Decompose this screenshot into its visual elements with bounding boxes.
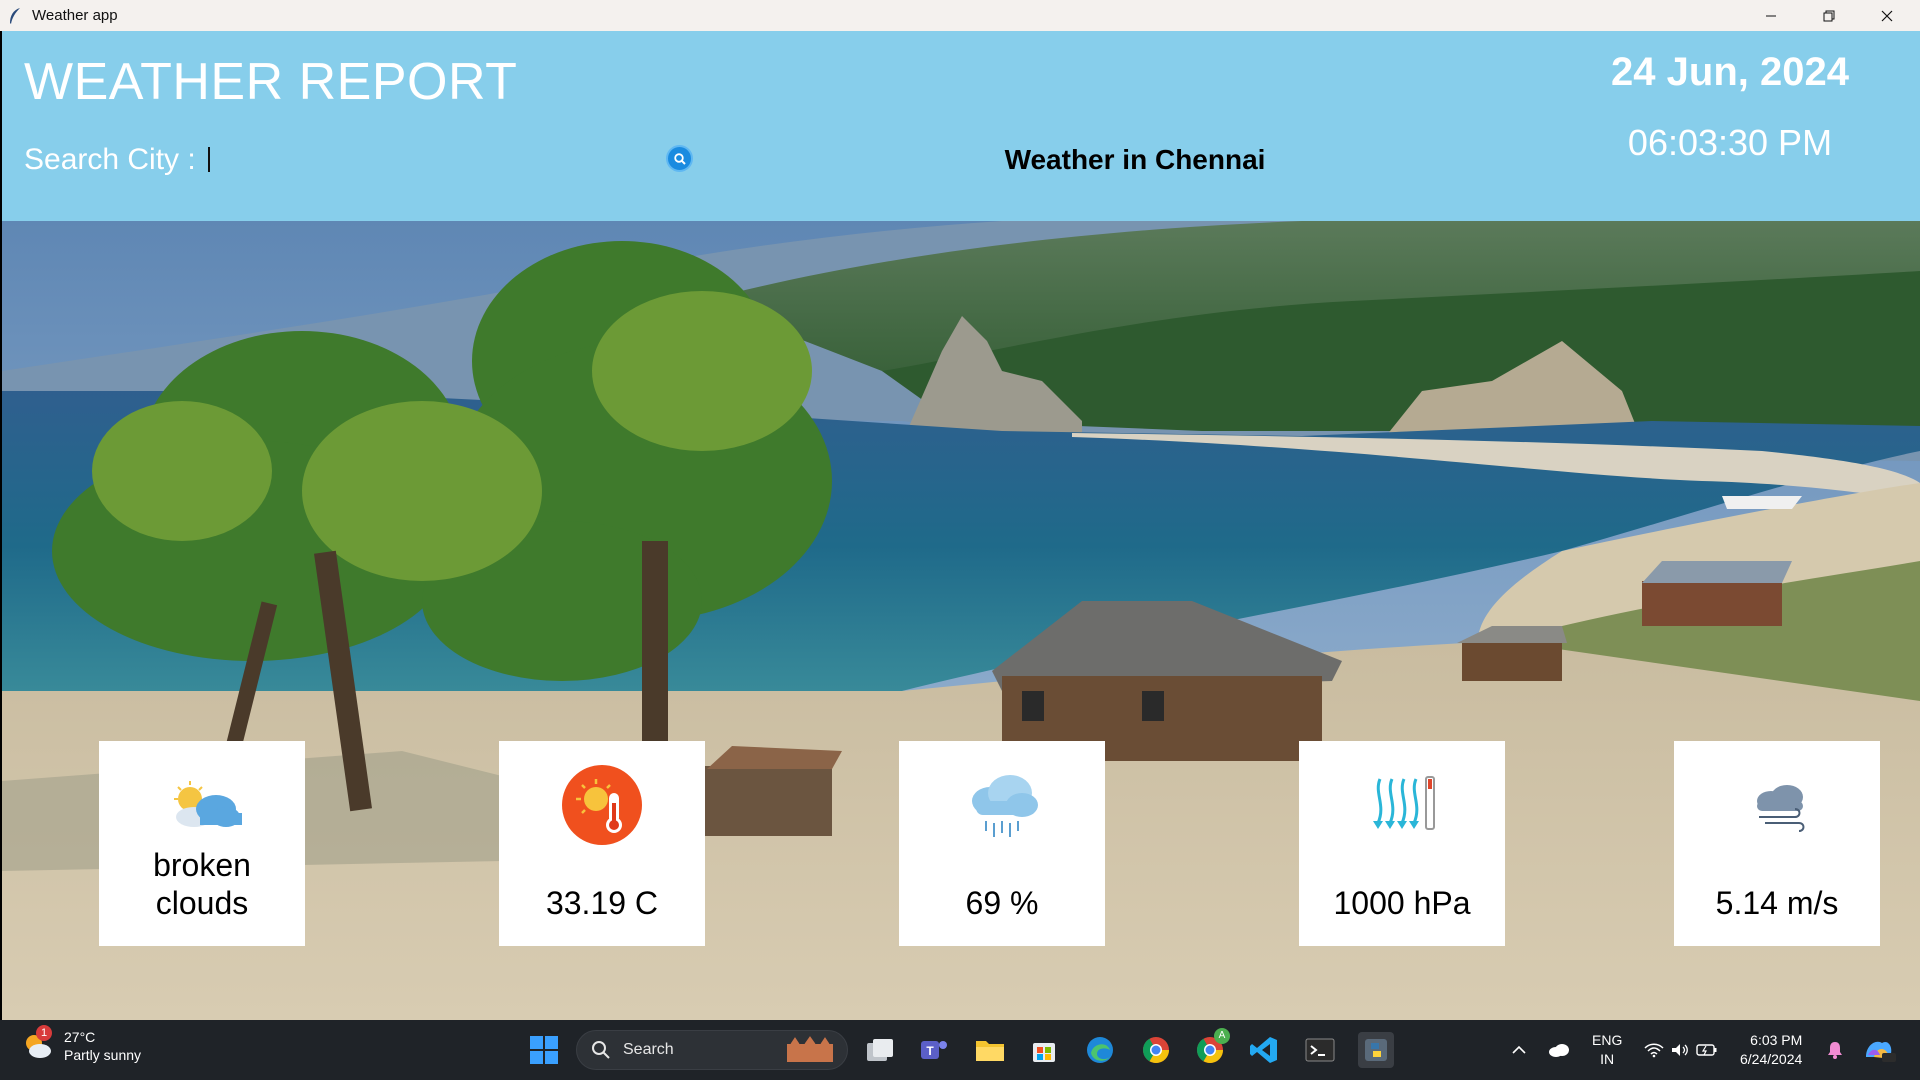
system-status-tray[interactable] — [1644, 1020, 1718, 1080]
search-highlight-icon — [787, 1036, 833, 1062]
pressure-value: 1000 hPa — [1333, 885, 1471, 921]
humidity-card: 69 % — [899, 741, 1105, 946]
taskbar: 1 27°C Partly sunny Search T A ENG IN 6:… — [0, 1020, 1920, 1080]
vscode-icon — [1250, 1037, 1277, 1063]
weather-location-label: Weather in Chennai — [1004, 144, 1266, 175]
window-title: Weather app — [32, 7, 118, 24]
condition-card: broken clouds — [99, 741, 305, 946]
taskbar-chrome-profile[interactable]: A — [1192, 1028, 1230, 1068]
search-button[interactable] — [666, 145, 693, 172]
teams-icon: T — [921, 1041, 947, 1059]
wind-value: 5.14 m/s — [1715, 885, 1839, 921]
condition-value-line1: broken — [153, 847, 251, 883]
current-time: 06:03:30 PM — [1627, 122, 1833, 163]
broken-clouds-icon — [174, 781, 242, 827]
page-title: WEATHER REPORT — [24, 53, 518, 111]
search-city-input[interactable] — [206, 144, 646, 176]
taskbar-weather-temp: 27°C — [64, 1029, 96, 1045]
python-app-icon — [1365, 1039, 1387, 1061]
restore-icon — [1823, 10, 1835, 21]
temperature-value: 33.19 C — [545, 885, 659, 921]
taskbar-clock[interactable]: 6:03 PM 6/24/2024 — [1740, 1020, 1802, 1080]
taskbar-search-label: Search — [623, 1041, 674, 1058]
partly-sunny-icon: 1 — [20, 1025, 54, 1063]
onedrive-tray[interactable] — [1548, 1020, 1570, 1080]
window-title-bar: Weather app — [0, 0, 1920, 31]
taskbar-store[interactable] — [1026, 1032, 1062, 1068]
taskbar-python-app[interactable] — [1358, 1032, 1394, 1068]
search-icon — [673, 152, 686, 165]
store-icon — [1033, 1043, 1055, 1062]
taskbar-weather-desc: Partly sunny — [64, 1047, 142, 1063]
volume-icon — [1672, 1044, 1688, 1056]
minimize-icon — [1766, 15, 1776, 16]
taskbar-chrome[interactable] — [1138, 1032, 1174, 1068]
taskbar-weather-widget[interactable]: 1 27°C Partly sunny — [20, 1025, 142, 1064]
maximize-button[interactable] — [1800, 0, 1858, 31]
battery-icon — [1696, 1044, 1717, 1056]
language-code: ENG — [1592, 1032, 1623, 1048]
wind-icon — [1757, 785, 1805, 832]
taskbar-teams[interactable]: T — [916, 1032, 952, 1068]
clock-time: 6:03 PM — [1750, 1032, 1803, 1048]
terminal-icon — [1305, 1038, 1335, 1062]
rain-cloud-icon — [972, 775, 1038, 837]
condition-value-line2: clouds — [155, 885, 249, 921]
current-date: 24 Jun, 2024 — [1611, 50, 1849, 94]
close-button[interactable] — [1858, 0, 1916, 31]
feather-icon — [10, 7, 20, 24]
copilot-button[interactable] — [1862, 1020, 1896, 1080]
copilot-icon — [1866, 1041, 1896, 1062]
language-indicator[interactable]: ENG IN — [1592, 1020, 1622, 1080]
profile-badge: A — [1214, 1028, 1230, 1044]
edge-icon — [1087, 1037, 1113, 1063]
close-icon — [1881, 10, 1893, 21]
taskbar-terminal[interactable] — [1302, 1032, 1338, 1068]
text-caret — [208, 147, 210, 172]
condition-value: broken clouds — [99, 846, 305, 922]
wind-card: 5.14 m/s — [1674, 741, 1880, 946]
minimize-button[interactable] — [1742, 0, 1800, 31]
humidity-value: 69 % — [965, 885, 1039, 921]
taskbar-search-box[interactable]: Search — [576, 1030, 848, 1070]
svg-text:T: T — [926, 1044, 934, 1058]
search-icon — [592, 1041, 610, 1059]
notifications-button[interactable] — [1826, 1020, 1844, 1080]
search-city-label: Search City : — [24, 143, 196, 176]
region-code: IN — [1600, 1051, 1615, 1067]
chevron-up-icon — [1512, 1045, 1526, 1054]
taskbar-task-view[interactable] — [862, 1032, 898, 1068]
start-button[interactable] — [526, 1032, 562, 1068]
windows-start-icon — [530, 1036, 558, 1064]
notification-badge: 1 — [36, 1025, 52, 1041]
taskbar-vscode[interactable] — [1246, 1032, 1282, 1068]
pressure-card: 1000 hPa — [1299, 741, 1505, 946]
taskbar-edge[interactable] — [1082, 1032, 1118, 1068]
wifi-icon — [1644, 1043, 1664, 1058]
cloud-icon — [1549, 1044, 1569, 1057]
pressure-icon — [1373, 776, 1435, 830]
temperature-card: 33.19 C — [499, 741, 705, 946]
chrome-icon — [1142, 1037, 1170, 1064]
task-view-icon — [867, 1039, 893, 1061]
clock-date: 6/24/2024 — [1740, 1051, 1803, 1067]
show-hidden-icons[interactable] — [1512, 1020, 1526, 1080]
thermometer-sun-icon — [562, 765, 642, 845]
taskbar-file-explorer[interactable] — [972, 1032, 1008, 1068]
bell-icon — [1828, 1042, 1842, 1059]
folder-icon — [976, 1041, 1004, 1061]
